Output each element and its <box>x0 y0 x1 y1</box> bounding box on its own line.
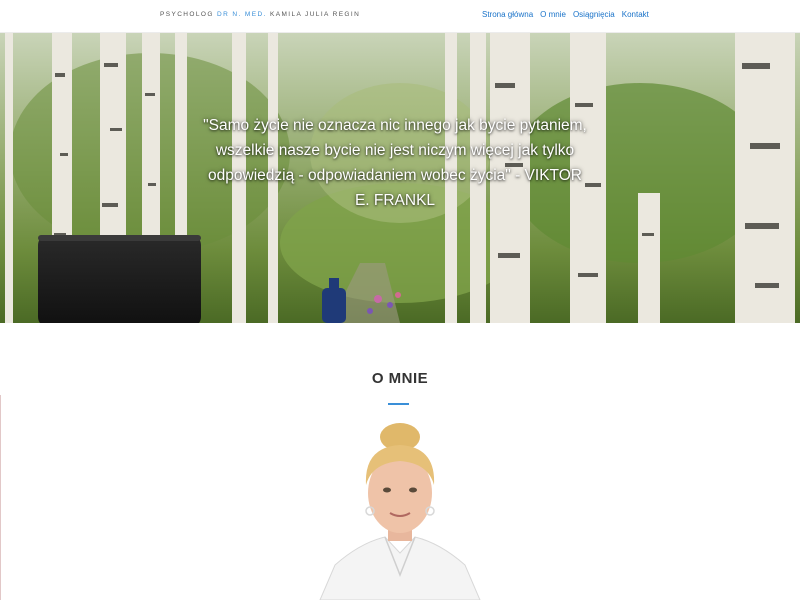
brand-name: KAMILA JULIA REGIN <box>269 11 361 18</box>
main-nav: Strona główna O mnie Osiągnięcia Kontakt <box>482 10 649 19</box>
portrait-photo <box>319 423 481 600</box>
top-navigation-bar: PSYCHOLOG DR N. MED. KAMILA JULIA REGIN … <box>0 0 800 33</box>
about-section-title: O MNIE <box>371 370 429 387</box>
nav-link-about[interactable]: O mnie <box>540 10 566 19</box>
nav-link-home[interactable]: Strona główna <box>482 10 533 19</box>
brand-title: DR N. MED. <box>217 11 267 18</box>
nav-link-achievements[interactable]: Osiągnięcia <box>573 10 615 19</box>
title-underline <box>388 403 409 405</box>
hero-quote: "Samo życie nie oznacza nic innego jak b… <box>203 117 587 209</box>
hero-banner: "Samo życie nie oznacza nic innego jak b… <box>0 33 800 323</box>
section-edge-divider <box>0 395 1 600</box>
nav-link-contact[interactable]: Kontakt <box>622 10 649 19</box>
brand-prefix: PSYCHOLOG <box>160 11 214 18</box>
site-brand[interactable]: PSYCHOLOG DR N. MED. KAMILA JULIA REGIN <box>160 11 360 18</box>
